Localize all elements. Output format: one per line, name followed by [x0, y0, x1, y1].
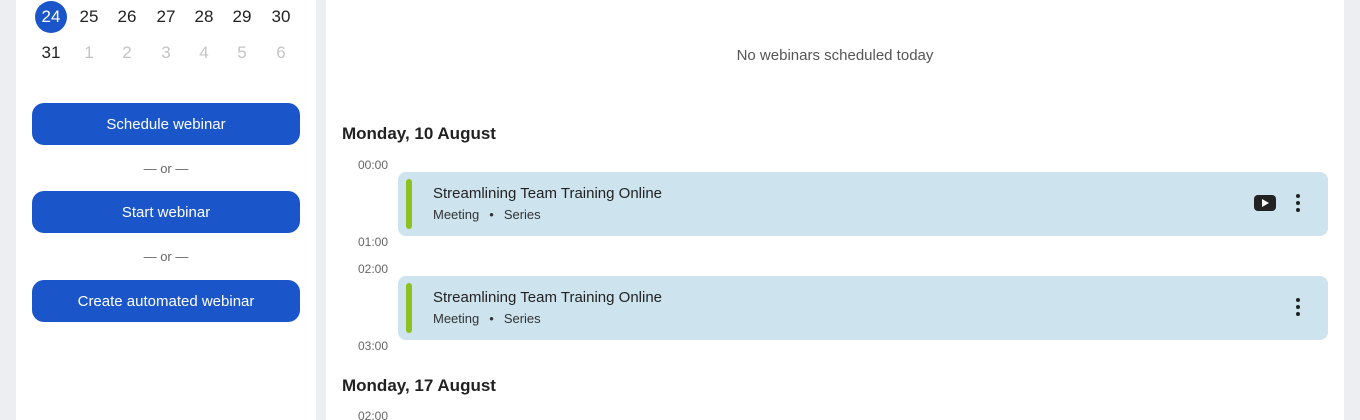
day-heading: Monday, 17 August	[342, 376, 496, 395]
event-recurrence: Series	[503, 311, 541, 326]
event-title: Streamlining Team Training Online	[433, 185, 663, 202]
calendar-day[interactable]: 25	[73, 1, 105, 33]
calendar-day[interactable]: 3	[150, 37, 182, 69]
calendar-day[interactable]: 6	[265, 37, 297, 69]
time-label: 02:00	[357, 262, 388, 276]
event-status-bar	[406, 179, 412, 229]
schedule-panel: No webinars scheduled today Monday, 10 A…	[326, 0, 1344, 420]
time-label: 00:00	[357, 158, 388, 172]
time-label: 02:00	[357, 409, 388, 420]
time-label: 03:00	[357, 339, 388, 353]
calendar-day[interactable]: 24	[35, 1, 67, 33]
calendar-day[interactable]: 27	[150, 1, 182, 33]
sidebar: 24 25 26 27 28 29 30 31 1 2 3 4 5 6 Sche…	[16, 0, 316, 420]
event-type: Meeting	[433, 207, 480, 222]
calendar-day[interactable]: 2	[111, 37, 143, 69]
event-title: Streamlining Team Training Online	[433, 289, 663, 306]
event-meta: Meeting • Series	[433, 207, 541, 222]
event-type: Meeting	[433, 311, 480, 326]
create-automated-webinar-button[interactable]: Create automated webinar	[32, 280, 300, 322]
calendar-day[interactable]: 29	[226, 1, 258, 33]
calendar-day[interactable]: 31	[35, 37, 67, 69]
day-heading: Monday, 10 August	[342, 124, 496, 143]
schedule-webinar-button[interactable]: Schedule webinar	[32, 103, 300, 145]
start-webinar-button[interactable]: Start webinar	[32, 191, 300, 233]
webinar-event[interactable]: Streamlining Team Training Online Meetin…	[398, 276, 1328, 340]
calendar-day[interactable]: 28	[188, 1, 220, 33]
separator-dot: •	[489, 311, 494, 326]
event-status-bar	[406, 283, 412, 333]
calendar-week-row: 24 25 26 27 28 29 30	[32, 1, 300, 33]
calendar-day[interactable]: 5	[226, 37, 258, 69]
calendar-day[interactable]: 30	[265, 1, 297, 33]
calendar-day[interactable]: 26	[111, 1, 143, 33]
separator-dot: •	[489, 207, 494, 222]
event-recurrence: Series	[503, 207, 541, 222]
event-meta: Meeting • Series	[433, 311, 541, 326]
or-divider: — or —	[143, 161, 189, 176]
more-vertical-icon[interactable]	[1294, 298, 1302, 318]
or-divider: — or —	[143, 249, 189, 264]
time-label: 01:00	[357, 235, 388, 249]
webinar-event[interactable]: Streamlining Team Training Online Meetin…	[398, 172, 1328, 236]
calendar-day[interactable]: 4	[188, 37, 220, 69]
more-vertical-icon[interactable]	[1294, 194, 1302, 214]
calendar-week-row: 31 1 2 3 4 5 6	[32, 37, 300, 69]
calendar-day[interactable]: 1	[73, 37, 105, 69]
youtube-icon[interactable]	[1254, 195, 1276, 211]
empty-state-message: No webinars scheduled today	[736, 47, 934, 64]
